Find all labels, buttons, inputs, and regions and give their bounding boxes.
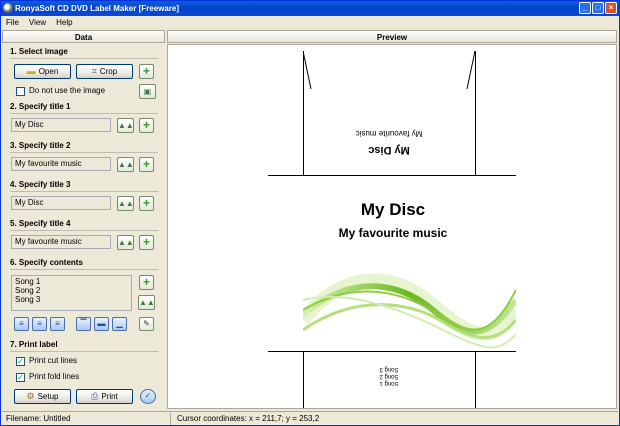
open-button[interactable]: ▬ Open xyxy=(14,64,71,79)
list-item: Song 3 xyxy=(379,366,399,372)
data-panel: 1. Select image ▬ Open ⌗ Crop + Do not use… xyxy=(2,44,165,409)
align-right-button[interactable]: ≡ xyxy=(50,317,65,331)
filename-status: Filename: Untitled xyxy=(6,414,71,423)
valign-middle-button[interactable]: ▬ xyxy=(94,317,109,331)
contents-font-button[interactable]: ▲▲ xyxy=(138,295,155,310)
edit-icon[interactable]: ✎ xyxy=(139,317,154,331)
list-item: Song 2 xyxy=(379,373,399,379)
print-cut-lines-checkbox[interactable]: ✓ xyxy=(16,357,25,366)
divider xyxy=(10,191,158,192)
list-item: Song 2 xyxy=(15,286,41,295)
image-settings-button[interactable]: ▣ xyxy=(139,84,156,99)
window-title: RonyaSoft CD DVD Label Maker [Freeware] xyxy=(15,4,180,13)
title4-input[interactable]: My favourite music xyxy=(11,235,111,249)
title4-add-button[interactable]: + xyxy=(139,235,154,250)
contents-textarea[interactable]: Song 1 Song 2 Song 3 xyxy=(11,275,132,311)
menu-bar: File View Help xyxy=(1,16,619,29)
section-title3-heading: 4. Specify title 3 xyxy=(10,180,71,189)
main-subtitle: My favourite music xyxy=(338,226,448,240)
title2-add-button[interactable]: + xyxy=(139,157,154,172)
crop-button[interactable]: ⌗ Crop xyxy=(76,64,133,79)
divider xyxy=(10,269,158,270)
close-button[interactable]: × xyxy=(605,2,617,14)
align-left-button[interactable]: ≡ xyxy=(14,317,29,331)
title-bar[interactable]: RonyaSoft CD DVD Label Maker [Freeware] … xyxy=(1,1,619,16)
list-item: Song 1 xyxy=(379,380,399,386)
section-print-heading: 7. Print label xyxy=(10,340,58,349)
section-select-image-heading: 1. Select image xyxy=(10,47,68,56)
crop-icon: ⌗ xyxy=(91,66,97,77)
preview-panel-header: Preview xyxy=(167,30,617,43)
title3-add-button[interactable]: + xyxy=(139,196,154,211)
print-cut-lines-label: Print cut lines xyxy=(29,356,78,365)
menu-help[interactable]: Help xyxy=(51,16,77,29)
align-center-button[interactable]: ≡ xyxy=(32,317,47,331)
setup-button[interactable]: ⚙ Setup xyxy=(14,389,71,404)
printer-setup-icon: ⚙ xyxy=(26,391,35,402)
maximize-button[interactable]: □ xyxy=(592,2,604,14)
bottom-list-inverted: Song 1 Song 2 Song 3 xyxy=(303,365,475,386)
title1-font-button[interactable]: ▲▲ xyxy=(117,118,134,133)
contents-add-button[interactable]: + xyxy=(139,275,154,290)
disc-icon xyxy=(3,3,13,13)
title3-input[interactable]: My Disc xyxy=(11,196,111,210)
help-icon[interactable]: ✓ xyxy=(140,389,156,404)
status-divider xyxy=(170,413,171,425)
window-controls: _ □ × xyxy=(579,2,617,14)
print-button[interactable]: ⎙ Print xyxy=(76,389,133,404)
title4-font-button[interactable]: ▲▲ xyxy=(117,235,134,250)
divider xyxy=(10,113,158,114)
add-image-button[interactable]: + xyxy=(139,64,154,79)
cut-line xyxy=(475,351,476,408)
folder-icon: ▬ xyxy=(26,66,36,77)
menu-view[interactable]: View xyxy=(24,16,51,29)
fold-line xyxy=(268,351,516,352)
printer-icon: ⎙ xyxy=(91,391,99,402)
section-title4-heading: 5. Specify title 4 xyxy=(10,219,71,228)
menu-file[interactable]: File xyxy=(1,16,24,29)
preview-canvas[interactable]: My favourite music My Disc My Disc My fa… xyxy=(167,44,617,409)
no-image-label: Do not use the image xyxy=(29,86,106,95)
status-bar: Filename: Untitled Cursor coordinates: x… xyxy=(2,411,618,425)
no-image-checkbox[interactable] xyxy=(16,87,25,96)
list-item: Song 3 xyxy=(15,295,41,304)
title1-add-button[interactable]: + xyxy=(139,118,154,133)
valign-top-button[interactable]: ▔ xyxy=(76,317,91,331)
divider xyxy=(10,152,158,153)
fold-line xyxy=(268,175,516,176)
flap-top-fold xyxy=(303,51,475,90)
section-title1-heading: 2. Specify title 1 xyxy=(10,102,71,111)
top-subtitle-inverted: My favourite music xyxy=(355,129,423,138)
top-title-inverted: My Disc xyxy=(368,144,410,156)
minimize-button[interactable]: _ xyxy=(579,2,591,14)
print-fold-lines-label: Print fold lines xyxy=(29,372,80,381)
divider xyxy=(10,58,158,59)
section-title2-heading: 3. Specify title 2 xyxy=(10,141,71,150)
title1-input[interactable]: My Disc xyxy=(11,118,111,132)
title2-font-button[interactable]: ▲▲ xyxy=(117,157,134,172)
valign-bottom-button[interactable]: ▁ xyxy=(112,317,127,331)
app-window: RonyaSoft CD DVD Label Maker [Freeware] … xyxy=(0,0,620,426)
main-title: My Disc xyxy=(360,200,426,219)
print-fold-lines-checkbox[interactable]: ✓ xyxy=(16,373,25,382)
green-wave-image xyxy=(303,273,516,349)
divider xyxy=(10,351,158,352)
list-item: Song 1 xyxy=(15,277,41,286)
title2-input[interactable]: My favourite music xyxy=(11,157,111,171)
divider xyxy=(10,230,158,231)
cursor-coordinates-status: Cursor coordinates: x = 211,7; y = 253,2 xyxy=(177,414,320,423)
data-panel-header: Data xyxy=(2,30,165,43)
title3-font-button[interactable]: ▲▲ xyxy=(117,196,134,211)
section-contents-heading: 6. Specify contents xyxy=(10,258,83,267)
cut-line xyxy=(475,51,476,175)
